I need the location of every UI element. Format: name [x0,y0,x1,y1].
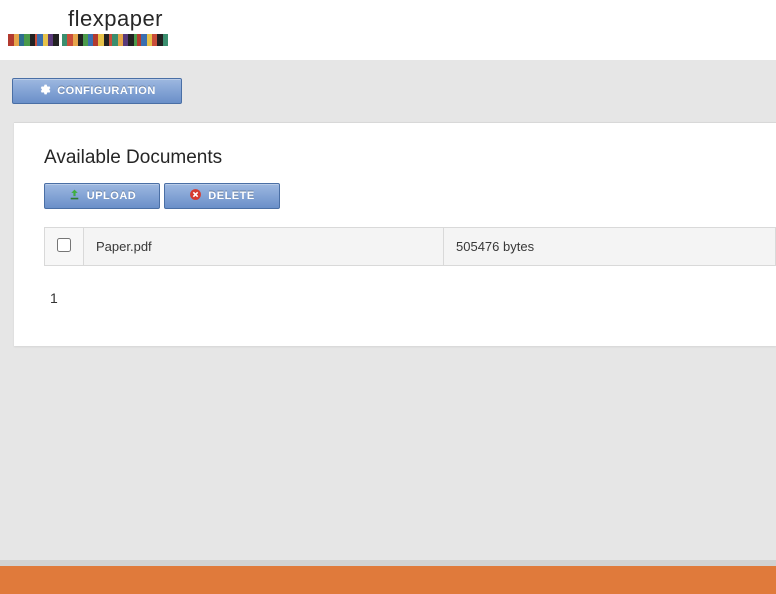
brand-barcode [8,34,168,46]
table-row: Paper.pdf505476 bytes [45,228,776,266]
row-checkbox[interactable] [57,238,71,252]
app-header: flexpaper [0,0,776,60]
upload-button[interactable]: UPLOAD [44,183,160,209]
documents-table: Paper.pdf505476 bytes [44,227,776,266]
footer-bar [0,560,776,594]
upload-icon [68,188,81,204]
gear-icon [38,83,51,99]
delete-button[interactable]: DELETE [164,183,280,209]
document-size-cell: 505476 bytes [444,228,776,266]
delete-icon [189,188,202,204]
page-number: 1 [50,290,58,306]
configuration-button[interactable]: CONFIGURATION [12,78,182,104]
delete-button-label: DELETE [208,190,254,202]
configuration-button-label: CONFIGURATION [57,85,156,97]
brand-name: flexpaper [8,4,776,32]
row-checkbox-cell [45,228,84,266]
page-title: Available Documents [44,147,776,169]
nav-bar: CONFIGURATION [0,60,776,122]
document-name-cell[interactable]: Paper.pdf [84,228,444,266]
pagination[interactable]: 1 [44,290,776,306]
documents-panel: Available Documents UPLOAD DELETE Paper.… [14,122,776,346]
upload-button-label: UPLOAD [87,190,136,202]
action-bar: UPLOAD DELETE [44,183,776,209]
